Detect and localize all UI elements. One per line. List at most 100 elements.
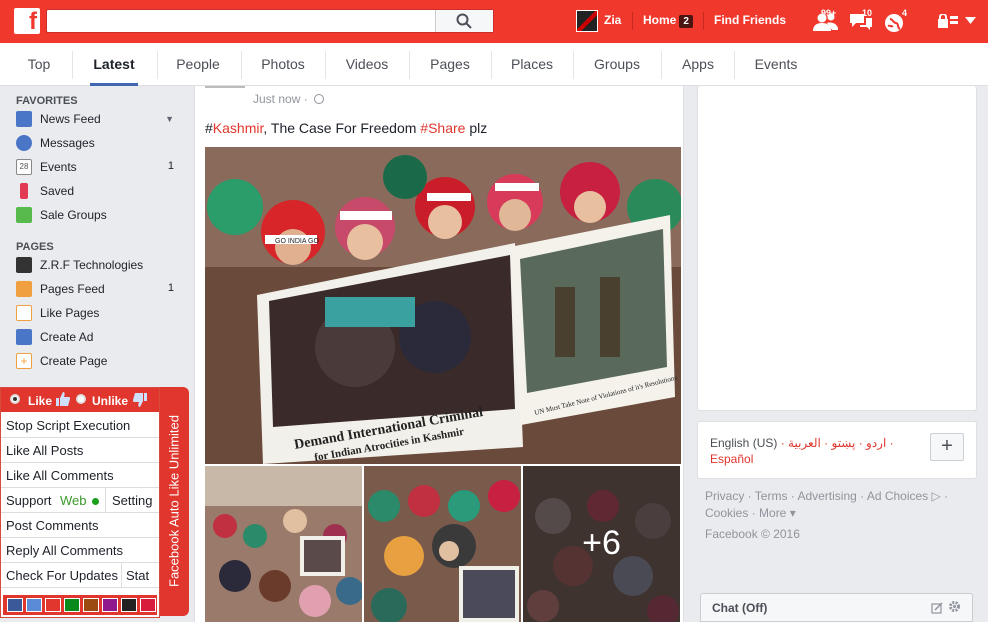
page-logo-icon — [16, 257, 32, 273]
unlike-radio[interactable] — [76, 394, 86, 404]
like-all-comments-button[interactable]: Like All Comments — [1, 463, 159, 488]
sidebar-item-label: Saved — [40, 184, 75, 198]
thumbs-up-icon — [56, 392, 70, 406]
sidebar-item-label: Z.R.F Technologies — [40, 258, 144, 272]
footer-links[interactable]: Privacy · Terms · Advertising · Ad Choic… — [705, 488, 975, 522]
sidebar-item-events[interactable]: 28 Events 1 — [16, 157, 176, 177]
tab-videos[interactable]: Videos — [335, 43, 399, 86]
footer-links-line-1[interactable]: Privacy · Terms · Advertising · Ad Choic… — [705, 488, 975, 505]
right-column-blank-card — [697, 86, 977, 411]
divider — [734, 51, 735, 79]
web-link[interactable]: Web — [60, 493, 87, 508]
color-swatch-black[interactable] — [121, 598, 137, 612]
color-swatch-green[interactable] — [64, 598, 80, 612]
color-swatch-light-blue[interactable] — [26, 598, 42, 612]
facebook-logo-icon[interactable]: f — [14, 8, 40, 35]
sidebar-item-like-pages[interactable]: Like Pages — [16, 303, 176, 323]
divider — [661, 51, 662, 79]
sidebar-item-label: Pages Feed — [40, 282, 105, 296]
sidebar-item-pages-feed[interactable]: Pages Feed 1 — [16, 279, 176, 299]
more-languages-button[interactable]: + — [930, 433, 964, 461]
sidebar-item-label: News Feed — [40, 112, 101, 126]
home-label: Home — [643, 13, 677, 27]
avatar[interactable] — [576, 10, 598, 32]
support-button[interactable]: Support — [6, 493, 52, 508]
language-options[interactable]: · اردو · پښتو · العربية · — [777, 436, 894, 450]
top-bar: f Zia Home 2 Find Friends 99+ 10 4 — [0, 0, 988, 43]
account-menu-chevron-down-icon[interactable] — [965, 17, 976, 24]
sidebar-item-news-feed[interactable]: News Feed ▼ — [16, 109, 176, 129]
sidebar-item-sale-groups[interactable]: Sale Groups — [16, 205, 176, 225]
tab-pages[interactable]: Pages — [418, 43, 482, 86]
tab-places[interactable]: Places — [500, 43, 564, 86]
tab-photos[interactable]: Photos — [251, 43, 315, 86]
story-header-edge — [205, 86, 245, 88]
tab-latest[interactable]: Latest — [82, 43, 146, 86]
post-thumbnail-3[interactable]: +6 — [523, 466, 680, 622]
bookmark-icon — [20, 183, 28, 199]
setting-button[interactable]: Setting — [112, 493, 152, 508]
stop-script-button[interactable]: Stop Script Execution — [1, 413, 159, 438]
post-thumbnail-2[interactable] — [364, 466, 521, 622]
sidebar-item-messages[interactable]: Messages — [16, 133, 176, 153]
check-updates-button[interactable]: Check For Updates — [6, 568, 118, 583]
hashtag-link[interactable]: Share — [428, 120, 465, 136]
tab-people[interactable]: People — [166, 43, 230, 86]
post-main-photo[interactable]: GO INDIA GO Demand International Crimina… — [205, 147, 681, 464]
post-thumbnail-1[interactable] — [205, 466, 362, 622]
unlike-option-label[interactable]: Unlike — [92, 394, 128, 408]
search-input[interactable] — [46, 9, 494, 33]
notifications-count: 4 — [902, 8, 908, 18]
news-story: Just now · #Kashmir, The Case For Freedo… — [194, 86, 684, 622]
post-comments-label: Post Comments — [6, 518, 99, 533]
notifications-button[interactable]: 4 — [884, 8, 914, 36]
sidebar-item-zrf-technologies[interactable]: Z.R.F Technologies — [16, 255, 176, 275]
calendar-icon: 28 — [16, 159, 32, 175]
chat-sidebar-toggle[interactable]: Chat (Off) — [700, 593, 973, 622]
color-swatch-blue[interactable] — [7, 598, 23, 612]
home-link[interactable]: Home 2 — [643, 13, 693, 28]
sale-tag-icon — [16, 207, 32, 223]
divider — [325, 51, 326, 79]
privacy-lock-icon[interactable] — [938, 14, 958, 28]
chart-icon — [16, 329, 32, 345]
story-timestamp[interactable]: Just now · — [253, 92, 325, 106]
footer-links-line-2[interactable]: Cookies · More ▾ — [705, 505, 975, 522]
divider — [573, 51, 574, 79]
tab-groups[interactable]: Groups — [584, 43, 650, 86]
color-swatch-purple[interactable] — [102, 598, 118, 612]
language-selector: English (US) · اردو · پښتو · العربية · E… — [697, 421, 977, 479]
chevron-down-icon[interactable]: ▼ — [165, 114, 174, 124]
gear-icon[interactable] — [948, 600, 961, 613]
divider — [409, 51, 410, 79]
sidebar-item-create-page[interactable]: + Create Page — [16, 351, 176, 371]
profile-link[interactable]: Zia — [604, 13, 621, 27]
friend-requests-button[interactable]: 99+ — [813, 8, 843, 36]
like-all-posts-button[interactable]: Like All Posts — [1, 438, 159, 463]
sidebar-item-label: Sale Groups — [40, 208, 107, 222]
language-option-espanol[interactable]: Español — [710, 452, 753, 466]
pages-feed-icon — [16, 281, 32, 297]
find-friends-link[interactable]: Find Friends — [714, 13, 786, 27]
messages-button[interactable]: 10 — [849, 8, 879, 36]
like-radio[interactable] — [10, 394, 20, 404]
tab-top[interactable]: Top — [18, 43, 60, 86]
color-swatch-crimson[interactable] — [140, 598, 156, 612]
tab-events[interactable]: Events — [744, 43, 808, 86]
headband-text: GO INDIA GO — [275, 238, 320, 245]
sidebar-item-label: Create Page — [40, 354, 108, 368]
color-swatch-red[interactable] — [45, 598, 61, 612]
thumbs-down-icon — [133, 393, 147, 407]
panel-side-tab[interactable]: Facebook Auto Like Unlimited — [160, 387, 189, 616]
stat-button[interactable]: Stat — [126, 568, 149, 583]
sidebar-item-saved[interactable]: Saved — [16, 181, 176, 201]
tab-apps[interactable]: Apps — [670, 43, 726, 86]
like-option-label[interactable]: Like — [28, 394, 52, 408]
compose-icon[interactable] — [931, 602, 943, 614]
reply-all-comments-button[interactable]: Reply All Comments — [1, 538, 159, 563]
search-button[interactable] — [435, 10, 493, 32]
post-comments-button[interactable]: Post Comments — [1, 513, 159, 538]
sidebar-item-create-ad[interactable]: Create Ad — [16, 327, 176, 347]
hashtag-link[interactable]: Kashmir — [213, 120, 264, 136]
color-swatch-brown[interactable] — [83, 598, 99, 612]
